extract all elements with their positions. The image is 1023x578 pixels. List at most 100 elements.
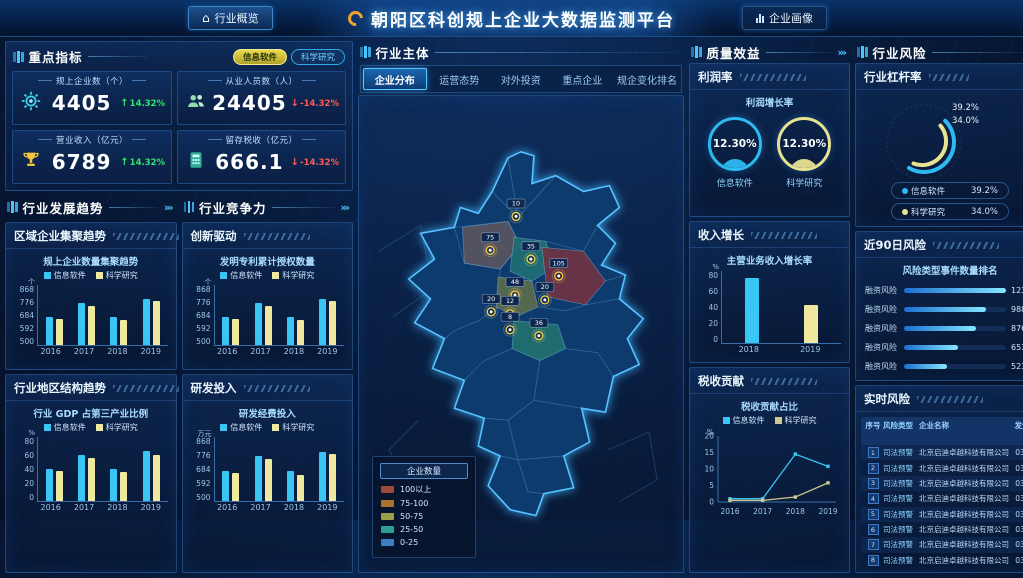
risk-90day-panel: 近90日风险 风险类型事件数量排名 融资风险 1234 融资风险 988 融资风… [855, 231, 1023, 381]
svg-text:2019: 2019 [818, 507, 837, 516]
trend-more-button[interactable]: ››› [164, 201, 175, 214]
hatch-decoration [929, 74, 969, 81]
profit-gauge: 12.30% 信息软件 [708, 117, 762, 189]
bar [287, 471, 294, 501]
tab-0[interactable]: 企业分布 [363, 68, 427, 90]
quality-more-button[interactable]: ››› [837, 46, 848, 59]
kpi-card-2[interactable]: 营业收入（亿元） 6789 ↑14.32% [12, 130, 172, 184]
chart-title: 行业 GDP 占第三产业比例 [8, 406, 174, 420]
enterprise-count-icon [20, 90, 42, 112]
hatch-decoration [740, 74, 806, 81]
bar [153, 301, 160, 345]
leverage-arc-gauge [856, 90, 1016, 182]
risk-rank-chart: 风险类型事件数量排名 融资风险 1234 融资风险 988 融资风险 876 融… [856, 263, 1023, 372]
kpi-delta: ↑14.32% [120, 98, 165, 109]
risk-rank-row: 融资风险 988 [865, 304, 1023, 315]
leverage-value-sci: 34.0% [952, 115, 979, 128]
nav-enterprise-portrait[interactable]: 企业画像 [742, 6, 827, 30]
panel-title: 研发投入 [191, 380, 237, 396]
kpi-card-0[interactable]: 规上企业数（个） 4405 ↑14.32% [12, 71, 172, 125]
kpi-value: 24405 [212, 91, 287, 115]
bar [46, 317, 53, 345]
map-legend-item: 75-100 [381, 499, 467, 508]
bar [804, 305, 818, 343]
map-tab-bar: 企业分布 运营态势 对外投资 重点企业 规企变化排名 [360, 65, 682, 93]
kpi-delta: ↓-14.32% [291, 98, 339, 109]
compete-more-button[interactable]: ››› [340, 201, 351, 214]
svg-text:15: 15 [704, 448, 714, 457]
bar [222, 471, 229, 501]
kpi-value: 6789 [47, 150, 116, 174]
svg-text:2016: 2016 [720, 507, 739, 516]
kpi-label: 营业收入（亿元） [13, 134, 171, 146]
panel-title: 行业杠杆率 [864, 69, 922, 85]
leverage-legend-item: 信息软件39.2% [891, 182, 1009, 199]
section-bars-icon [857, 46, 868, 58]
svg-text:10: 10 [512, 200, 520, 208]
kpi-card-3[interactable]: 留存税收（亿元） 666.1 ↓-14.32% [177, 130, 346, 184]
bar [329, 301, 336, 345]
kpi-section-title: 重点指标 [29, 47, 83, 66]
toggle-info-software[interactable]: 信息软件 [233, 49, 287, 65]
section-bars-icon [184, 201, 195, 213]
employees-icon [185, 90, 207, 112]
kpi-label: 留存税收（亿元） [178, 134, 345, 146]
bar [88, 458, 95, 501]
svg-text:35: 35 [527, 242, 535, 250]
map-legend-item: 100以上 [381, 484, 467, 495]
nav-portrait-label: 企业画像 [769, 10, 813, 26]
chart-title: 研发经费投入 [185, 406, 351, 420]
table-row[interactable]: 4 司法预警 北京启迪卓越科技有限公司 03-16 [861, 491, 1023, 506]
bar [78, 303, 85, 345]
table-row[interactable]: 7 司法预警 北京启迪卓越科技有限公司 03-16 [861, 537, 1023, 552]
toggle-science-research[interactable]: 科学研究 [291, 49, 345, 65]
svg-text:0: 0 [709, 498, 714, 507]
bar [255, 303, 262, 345]
home-icon: ⌂ [202, 11, 210, 25]
gauge-label: 科学研究 [777, 176, 831, 189]
bar [143, 451, 150, 501]
table-row[interactable]: 8 司法预警 北京启迪卓越科技有限公司 03-16 [861, 553, 1023, 568]
bar [265, 459, 272, 501]
compete-section-title: 行业竞争力 [199, 198, 267, 217]
income-growth-chart: 主营业务收入增长率%80604020020182019 [690, 253, 849, 354]
tax-contribution-chart: 税收贡献占比信息软件科学研究%201510502016201720182019 [690, 399, 849, 522]
table-row[interactable]: 2 司法预警 北京启迪卓越科技有限公司 03-16 [861, 460, 1023, 475]
bar [110, 469, 117, 501]
table-row[interactable]: 3 司法预警 北京启迪卓越科技有限公司 03-16 [861, 476, 1023, 491]
trend-section-title: 行业发展趋势 [23, 198, 104, 217]
gauge-value: 12.30% [782, 138, 826, 150]
bar [745, 278, 759, 343]
agglomeration-panel: 区域企业集聚趋势 规上企业数量集聚趋势信息软件科学研究个868776684592… [5, 222, 177, 370]
bar [153, 455, 160, 501]
bar [255, 456, 262, 501]
tab-1[interactable]: 运营态势 [429, 66, 491, 92]
risk-rank-row: 融资风险 653 [865, 342, 1023, 353]
enterprise-distribution-map-panel: 10753510548202012836 企业数量 100以上 75-100 5… [358, 95, 684, 573]
map-legend: 企业数量 100以上 75-100 50-75 25-50 0-25 [372, 456, 476, 558]
tab-3[interactable]: 重点企业 [552, 66, 614, 92]
leverage-legend-item: 科学研究34.0% [891, 203, 1009, 220]
bar [143, 299, 150, 345]
table-row[interactable]: 1 司法预警 北京启迪卓越科技有限公司 03-16 [861, 445, 1023, 460]
svg-text:12: 12 [506, 297, 514, 305]
nav-overview-label: 行业概览 [215, 10, 259, 26]
table-header: 序号 [863, 420, 883, 442]
bar [232, 319, 239, 345]
bar [88, 306, 95, 345]
agglomeration-chart: 规上企业数量集聚趋势信息软件科学研究个868776684592500201620… [6, 254, 176, 356]
tab-2[interactable]: 对外投资 [490, 66, 552, 92]
bar [120, 320, 127, 345]
bar [287, 317, 294, 345]
section-bars-icon [691, 46, 702, 58]
table-row[interactable]: 6 司法预警 北京启迪卓越科技有限公司 03-16 [861, 522, 1023, 537]
bar [265, 306, 272, 345]
quality-section-title: 质量效益 [707, 43, 761, 62]
panel-title: 创新驱动 [191, 228, 237, 244]
svg-text:20: 20 [487, 295, 495, 303]
svg-text:20: 20 [541, 283, 549, 291]
nav-industry-overview[interactable]: ⌂ 行业概览 [188, 6, 273, 30]
chart-title: 发明专利累计授权数量 [185, 254, 351, 268]
tab-4[interactable]: 规企变化排名 [613, 66, 681, 92]
kpi-card-1[interactable]: 从业人员数（人） 24405 ↓-14.32% [177, 71, 346, 125]
